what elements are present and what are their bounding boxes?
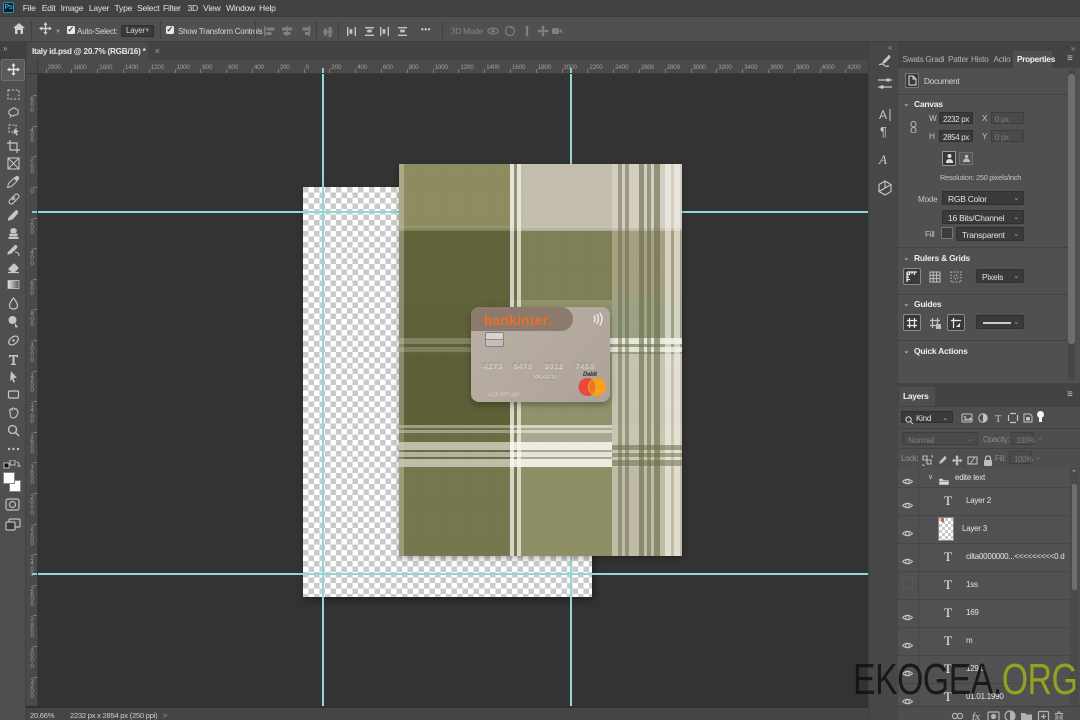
svg-text:A: A xyxy=(879,108,887,122)
svg-text:¶: ¶ xyxy=(880,124,887,139)
svg-text:T: T xyxy=(995,414,1002,424)
svg-text:A: A xyxy=(878,152,887,167)
svg-text:fx: fx xyxy=(972,712,980,720)
